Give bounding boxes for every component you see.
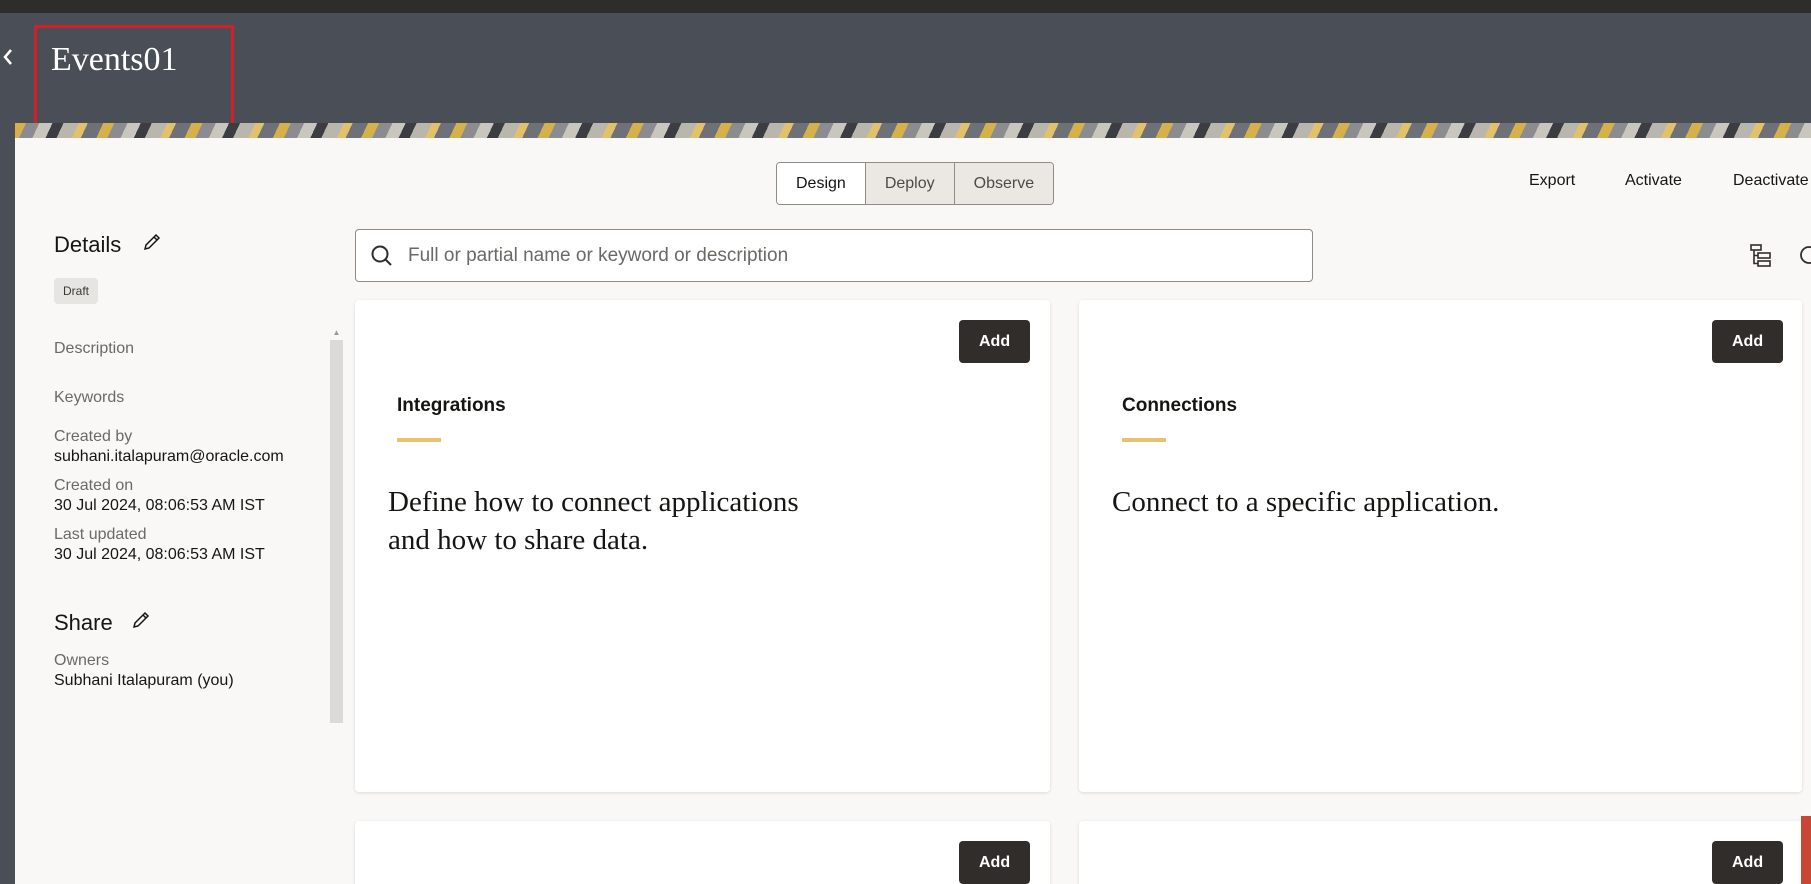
deactivate-button[interactable]: Deactivate [1733,172,1809,190]
share-heading: Share [54,610,113,635]
status-badge: Draft [54,278,99,304]
view-tabs: Design Deploy Observe [776,162,1055,205]
add-button[interactable]: Add [959,841,1031,884]
card-accent-bar [397,438,441,442]
last-updated-label: Last updated [54,526,147,543]
created-by-label: Created by [54,428,133,445]
tab-deploy[interactable]: Deploy [864,163,954,204]
add-connection-button[interactable]: Add [1712,320,1784,363]
scroll-up-arrow-icon[interactable]: ▲ [331,328,342,337]
decorative-banner [15,123,1811,138]
owners-value: Subhani Italapuram (you) [54,672,234,689]
add-integration-button[interactable]: Add [959,320,1031,363]
card-4: Add [1079,821,1802,884]
left-edge [0,123,15,181]
created-on-value: 30 Jul 2024, 08:06:53 AM IST [54,497,265,514]
card-3: Add [355,821,1050,884]
refresh-icon[interactable] [1796,242,1811,268]
card-description-connections: Connect to a specific application. [1112,483,1499,521]
created-on-label: Created on [54,477,134,494]
export-button[interactable]: Export [1529,172,1575,190]
add-button[interactable]: Add [1712,841,1784,884]
page-title: Events01 [51,41,178,78]
card-title-integrations: Integrations [397,395,506,416]
search-box [355,229,1313,282]
description-line: Connect to a specific application. [1112,486,1500,518]
search-icon [371,245,392,266]
keywords-label: Keywords [54,389,125,406]
card-title-connections: Connections [1122,395,1238,416]
sidebar-scrollbar[interactable] [330,340,343,723]
owners-label: Owners [54,652,110,669]
integrations-card: Add Integrations Define how to connect a… [355,300,1050,792]
details-heading: Details [54,232,122,257]
last-updated-value: 30 Jul 2024, 08:06:53 AM IST [54,546,265,563]
page-header: Events01 [0,13,1811,127]
back-button[interactable] [0,47,16,71]
description-label: Description [54,340,135,357]
created-by-value: subhani.italapuram@oracle.com [54,448,284,465]
search-input[interactable] [408,230,1298,281]
edit-details-pencil-icon[interactable] [142,232,162,252]
connections-card: Add Connections Connect to a specific ap… [1079,300,1802,792]
description-line: and how to share data. [388,524,649,556]
feedback-tab[interactable] [1801,816,1811,884]
top-strip [0,0,1811,13]
activate-button[interactable]: Activate [1625,172,1682,190]
tab-design[interactable]: Design [777,163,865,204]
card-accent-bar [1122,438,1166,442]
chevron-left-icon [3,49,12,65]
description-line: Define how to connect applications [388,486,799,518]
edit-share-pencil-icon[interactable] [131,610,151,630]
hierarchy-view-icon[interactable] [1748,242,1774,268]
tab-observe[interactable]: Observe [953,163,1054,204]
card-description-integrations: Define how to connect applications and h… [388,483,799,559]
